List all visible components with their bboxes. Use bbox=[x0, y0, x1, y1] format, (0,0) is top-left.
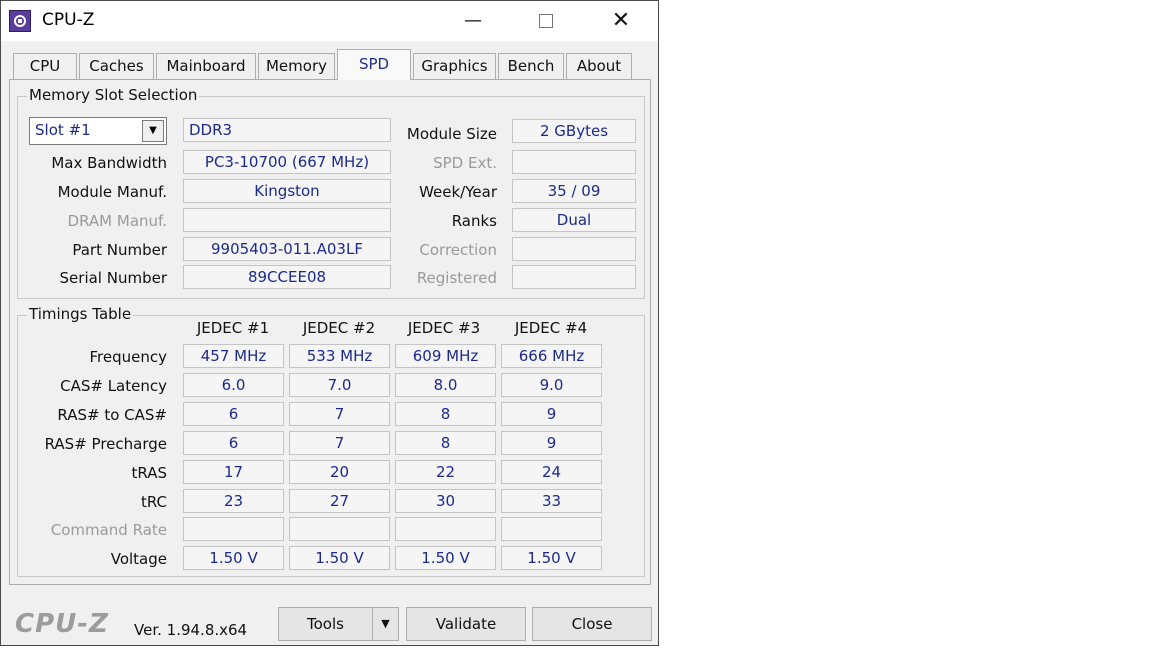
timings-cell: 33 bbox=[501, 489, 602, 513]
timings-cell: 1.50 V bbox=[395, 546, 496, 570]
timings-row-label: RAS# to CAS# bbox=[57, 406, 167, 424]
tab-caches[interactable]: Caches bbox=[79, 53, 154, 79]
registered-field bbox=[512, 265, 636, 289]
timings-cell: 23 bbox=[183, 489, 284, 513]
timings-column-header: JEDEC #1 bbox=[196, 319, 270, 337]
close-window-button[interactable]: ✕ bbox=[601, 7, 641, 35]
timings-cell: 609 MHz bbox=[395, 344, 496, 368]
timings-cell: 30 bbox=[395, 489, 496, 513]
timings-cell: 24 bbox=[501, 460, 602, 484]
timings-group-title: Timings Table bbox=[27, 305, 134, 323]
timings-column-header: JEDEC #4 bbox=[514, 319, 588, 337]
slot-select-value: Slot #1 bbox=[35, 121, 91, 139]
timings-cell: 9 bbox=[501, 402, 602, 426]
module-manuf-field: Kingston bbox=[183, 179, 391, 203]
dram-manuf-label: DRAM Manuf. bbox=[67, 212, 167, 230]
title-bar[interactable]: CPU-Z — ✕ bbox=[1, 1, 658, 41]
timings-cell: 9.0 bbox=[501, 373, 602, 397]
window-title: CPU-Z bbox=[42, 10, 95, 30]
spd-ext-field bbox=[512, 150, 636, 174]
timings-cell: 7 bbox=[289, 431, 390, 455]
timings-cell: 6 bbox=[183, 402, 284, 426]
max-bandwidth-label: Max Bandwidth bbox=[51, 154, 167, 172]
timings-cell: 22 bbox=[395, 460, 496, 484]
spd-ext-label: SPD Ext. bbox=[433, 154, 497, 172]
week-year-field: 35 / 09 bbox=[512, 179, 636, 203]
part-number-label: Part Number bbox=[72, 241, 167, 259]
timings-cell: 1.50 V bbox=[289, 546, 390, 570]
timings-row-label: tRAS bbox=[131, 464, 167, 482]
validate-button[interactable]: Validate bbox=[406, 607, 526, 641]
registered-label: Registered bbox=[416, 269, 497, 287]
timings-cell bbox=[501, 517, 602, 541]
module-size-label: Module Size bbox=[406, 125, 497, 143]
timings-column-header: JEDEC #3 bbox=[407, 319, 481, 337]
ranks-field: Dual bbox=[512, 208, 636, 232]
timings-row-label: Frequency bbox=[89, 348, 168, 366]
tools-button[interactable]: Tools bbox=[278, 607, 373, 641]
tab-bench[interactable]: Bench bbox=[498, 53, 564, 79]
timings-row-label: CAS# Latency bbox=[60, 377, 167, 395]
timings-cell bbox=[289, 517, 390, 541]
timings-cell: 9 bbox=[501, 431, 602, 455]
timings-cell: 8 bbox=[395, 431, 496, 455]
timings-cell bbox=[183, 517, 284, 541]
serial-number-label: Serial Number bbox=[59, 269, 167, 287]
timings-cell bbox=[395, 517, 496, 541]
close-button[interactable]: Close bbox=[532, 607, 652, 641]
memory-slot-group-title: Memory Slot Selection bbox=[27, 86, 200, 104]
timings-cell: 20 bbox=[289, 460, 390, 484]
timings-cell: 666 MHz bbox=[501, 344, 602, 368]
max-bandwidth-field: PC3-10700 (667 MHz) bbox=[183, 150, 391, 174]
timings-cell: 6 bbox=[183, 431, 284, 455]
timings-cell: 1.50 V bbox=[501, 546, 602, 570]
timings-cell: 8.0 bbox=[395, 373, 496, 397]
cpuz-logo: CPU-Z bbox=[15, 609, 109, 639]
timings-cell: 7.0 bbox=[289, 373, 390, 397]
timings-cell: 27 bbox=[289, 489, 390, 513]
tab-about[interactable]: About bbox=[566, 53, 632, 79]
part-number-field: 9905403-011.A03LF bbox=[183, 237, 391, 261]
tab-mainboard[interactable]: Mainboard bbox=[156, 53, 256, 79]
module-size-field: 2 GBytes bbox=[512, 119, 636, 143]
timings-row-label: RAS# Precharge bbox=[44, 435, 167, 453]
maximize-icon bbox=[539, 14, 553, 28]
ranks-label: Ranks bbox=[451, 212, 497, 230]
maximize-button[interactable] bbox=[526, 7, 566, 35]
tab-memory[interactable]: Memory bbox=[258, 53, 335, 79]
timings-cell: 8 bbox=[395, 402, 496, 426]
timings-row-label: Command Rate bbox=[50, 521, 167, 539]
correction-label: Correction bbox=[419, 241, 497, 259]
timings-cell: 533 MHz bbox=[289, 344, 390, 368]
dropdown-arrow-icon[interactable]: ▼ bbox=[142, 120, 164, 142]
timings-column-header: JEDEC #2 bbox=[302, 319, 376, 337]
tab-graphics[interactable]: Graphics bbox=[413, 53, 496, 79]
serial-number-field: 89CCEE08 bbox=[183, 265, 391, 289]
timings-row-label: Voltage bbox=[110, 550, 167, 568]
module-manuf-label: Module Manuf. bbox=[57, 183, 167, 201]
timings-cell: 7 bbox=[289, 402, 390, 426]
week-year-label: Week/Year bbox=[419, 183, 497, 201]
cpuz-window: CPU-Z — ✕ CPU Caches Mainboard Memory SP… bbox=[0, 0, 659, 646]
correction-field bbox=[512, 237, 636, 261]
slot-select[interactable]: Slot #1 ▼ bbox=[29, 117, 167, 145]
timings-cell: 1.50 V bbox=[183, 546, 284, 570]
timings-cell: 17 bbox=[183, 460, 284, 484]
version-label: Ver. 1.94.8.x64 bbox=[134, 621, 248, 639]
tab-cpu[interactable]: CPU bbox=[13, 53, 77, 79]
dram-manuf-field bbox=[183, 208, 391, 232]
tab-spd[interactable]: SPD bbox=[337, 49, 411, 80]
timings-cell: 457 MHz bbox=[183, 344, 284, 368]
tools-dropdown-arrow-icon[interactable]: ▼ bbox=[372, 607, 399, 641]
minimize-button[interactable]: — bbox=[453, 7, 493, 35]
memory-type-field: DDR3 bbox=[183, 118, 391, 142]
timings-row-label: tRC bbox=[140, 493, 167, 511]
cpuz-app-icon bbox=[9, 10, 31, 32]
timings-cell: 6.0 bbox=[183, 373, 284, 397]
